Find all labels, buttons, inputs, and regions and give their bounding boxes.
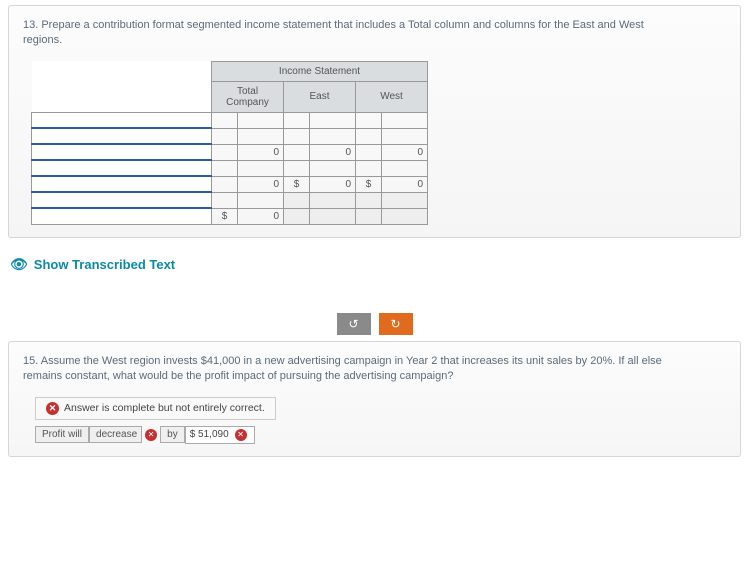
table-row xyxy=(32,192,428,208)
question-13-panel: 13. Prepare a contribution format segmen… xyxy=(8,5,741,238)
row-label-input[interactable] xyxy=(32,112,212,128)
undo-icon: ↺ xyxy=(348,317,358,331)
table-row: $0 xyxy=(32,208,428,224)
table-row xyxy=(32,160,428,176)
by-label: by xyxy=(160,426,185,443)
nav-prev-button[interactable]: ↺ xyxy=(337,313,371,335)
show-transcribed-button[interactable]: 👁 Show Transcribed Text xyxy=(10,256,739,273)
question-15-panel: 15. Assume the West region invests $41,0… xyxy=(8,341,741,457)
answer-row: Profit will decrease ✕ by $ 51,090 ✕ xyxy=(35,426,726,444)
table-row: 0$0$0 xyxy=(32,176,428,192)
row-label-input[interactable] xyxy=(32,192,212,208)
table-row xyxy=(32,112,428,128)
table-title: Income Statement xyxy=(212,61,428,81)
feedback-banner: ✕ Answer is complete but not entirely co… xyxy=(35,397,276,420)
profit-will-label: Profit will xyxy=(35,426,89,443)
table-row xyxy=(32,128,428,144)
row-label-input[interactable] xyxy=(32,144,212,160)
redo-icon: ↻ xyxy=(390,317,400,331)
row-label-input[interactable] xyxy=(32,128,212,144)
table-row: 000 xyxy=(32,144,428,160)
x-icon: ✕ xyxy=(145,429,157,441)
col-east: East xyxy=(284,81,356,112)
row-label-input[interactable] xyxy=(32,208,212,224)
amount-input[interactable]: $ 51,090 ✕ xyxy=(185,426,255,444)
question-15-prompt: 15. Assume the West region invests $41,0… xyxy=(23,354,663,385)
nav-bar: ↺ ↻ xyxy=(0,313,749,335)
income-statement-table: Income Statement Total Company East West… xyxy=(31,61,428,225)
feedback-text: Answer is complete but not entirely corr… xyxy=(64,402,265,414)
row-label-input[interactable] xyxy=(32,160,212,176)
nav-next-button[interactable]: ↻ xyxy=(379,313,413,335)
question-13-prompt: 13. Prepare a contribution format segmen… xyxy=(23,18,663,49)
row-label-input[interactable] xyxy=(32,176,212,192)
x-icon: ✕ xyxy=(235,429,247,441)
show-transcribed-label: Show Transcribed Text xyxy=(34,257,175,272)
direction-dropdown[interactable]: decrease xyxy=(89,426,142,443)
x-icon: ✕ xyxy=(46,402,59,415)
eye-icon: 👁 xyxy=(10,256,28,273)
col-total: Total Company xyxy=(212,81,284,112)
col-west: West xyxy=(356,81,428,112)
